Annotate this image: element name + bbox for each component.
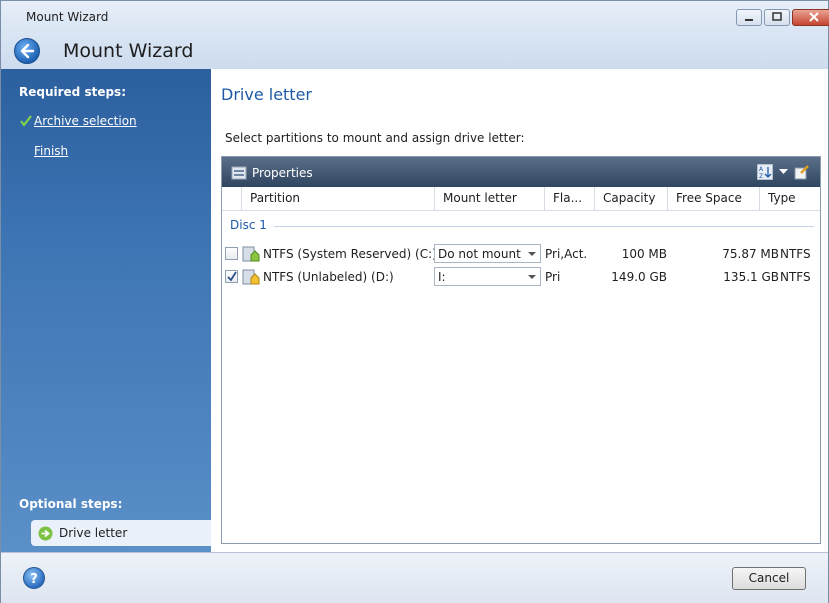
step-drive-letter-label: Drive letter [59, 526, 128, 540]
table-row[interactable]: NTFS (Unlabeled) (D:) I: Pri 149.0 GB 13… [222, 267, 820, 287]
mount-letter-value: Do not mount [438, 247, 521, 261]
partition-free-space: 135.1 GB [723, 270, 779, 284]
partition-capacity: 100 MB [621, 247, 667, 261]
disc-group-label: Disc 1 [230, 218, 267, 232]
window-title: Mount Wizard [26, 10, 109, 24]
step-archive-selection[interactable]: Archive selection [34, 114, 137, 128]
main-content: Drive letter Select partitions to mount … [211, 69, 828, 552]
properties-icon [231, 166, 247, 180]
mount-letter-select[interactable]: Do not mount [434, 244, 541, 263]
partition-name: NTFS (System Reserved) (C:) [263, 247, 437, 261]
maximize-icon [772, 12, 782, 21]
checkmark-icon [20, 115, 32, 127]
partition-flags: Pri,Act. [545, 247, 588, 261]
section-title: Drive letter [221, 85, 312, 104]
partition-icon [242, 269, 260, 285]
partition-free-space: 75.87 MB [722, 247, 779, 261]
mount-wizard-window: Mount Wizard Mount Wizard Required steps… [0, 0, 829, 603]
optional-steps-heading: Optional steps: [19, 497, 123, 511]
partition-icon [242, 246, 260, 262]
column-mount-letter[interactable]: Mount letter [434, 187, 544, 210]
chevron-down-icon [528, 252, 536, 256]
footer-bar: ? Cancel [1, 552, 828, 603]
table-row[interactable]: NTFS (System Reserved) (C:) Do not mount… [222, 244, 820, 264]
back-button[interactable] [14, 38, 40, 64]
column-type[interactable]: Type [759, 187, 820, 210]
properties-button[interactable]: Properties [252, 166, 313, 180]
partition-flags: Pri [545, 270, 561, 284]
edit-icon[interactable] [794, 164, 810, 180]
partition-name: NTFS (Unlabeled) (D:) [263, 270, 394, 284]
svg-text:?: ? [30, 572, 38, 587]
column-flags[interactable]: Fla... [544, 187, 594, 210]
mount-letter-value: I: [438, 270, 446, 284]
maximize-button[interactable] [764, 9, 790, 26]
partition-type: NTFS [780, 270, 811, 284]
window-controls [734, 9, 829, 28]
row-checkbox[interactable] [225, 247, 238, 260]
minimize-button[interactable] [736, 9, 762, 26]
chevron-down-icon [528, 275, 536, 279]
title-bar: Mount Wizard Mount Wizard [1, 1, 829, 69]
help-icon: ? [30, 572, 38, 587]
column-partition[interactable]: Partition [241, 187, 434, 210]
instruction-text: Select partitions to mount and assign dr… [225, 131, 525, 145]
column-capacity[interactable]: Capacity [594, 187, 667, 210]
sort-icon[interactable]: A Z [757, 164, 773, 180]
dropdown-icon[interactable] [779, 169, 788, 175]
help-button[interactable]: ? [23, 567, 45, 589]
wizard-steps-panel: Required steps: Archive selection Finish… [1, 69, 211, 552]
minimize-icon [745, 19, 753, 21]
checkmark-icon [227, 271, 237, 282]
partition-type: NTFS [780, 247, 811, 261]
back-arrow-icon [20, 43, 35, 59]
required-steps-heading: Required steps: [19, 85, 126, 99]
step-finish[interactable]: Finish [34, 144, 68, 158]
partition-capacity: 149.0 GB [611, 270, 667, 284]
cancel-button[interactable]: Cancel [732, 567, 806, 590]
toolbar-actions: A Z [757, 164, 810, 180]
partition-grid: Properties A Z Partition Mount letter Fl… [221, 156, 821, 544]
close-button[interactable] [792, 9, 829, 26]
grid-column-header: Partition Mount letter Fla... Capacity F… [222, 187, 820, 211]
step-drive-letter[interactable]: Drive letter [31, 520, 211, 546]
grid-toolbar: Properties A Z [222, 157, 820, 187]
column-free-space[interactable]: Free Space [667, 187, 759, 210]
arrow-right-icon [38, 526, 53, 541]
row-checkbox[interactable] [225, 270, 238, 283]
divider [274, 226, 814, 227]
close-icon [809, 12, 819, 22]
mount-letter-select[interactable]: I: [434, 267, 541, 286]
wizard-title: Mount Wizard [63, 40, 194, 62]
svg-text:Z: Z [759, 173, 763, 180]
